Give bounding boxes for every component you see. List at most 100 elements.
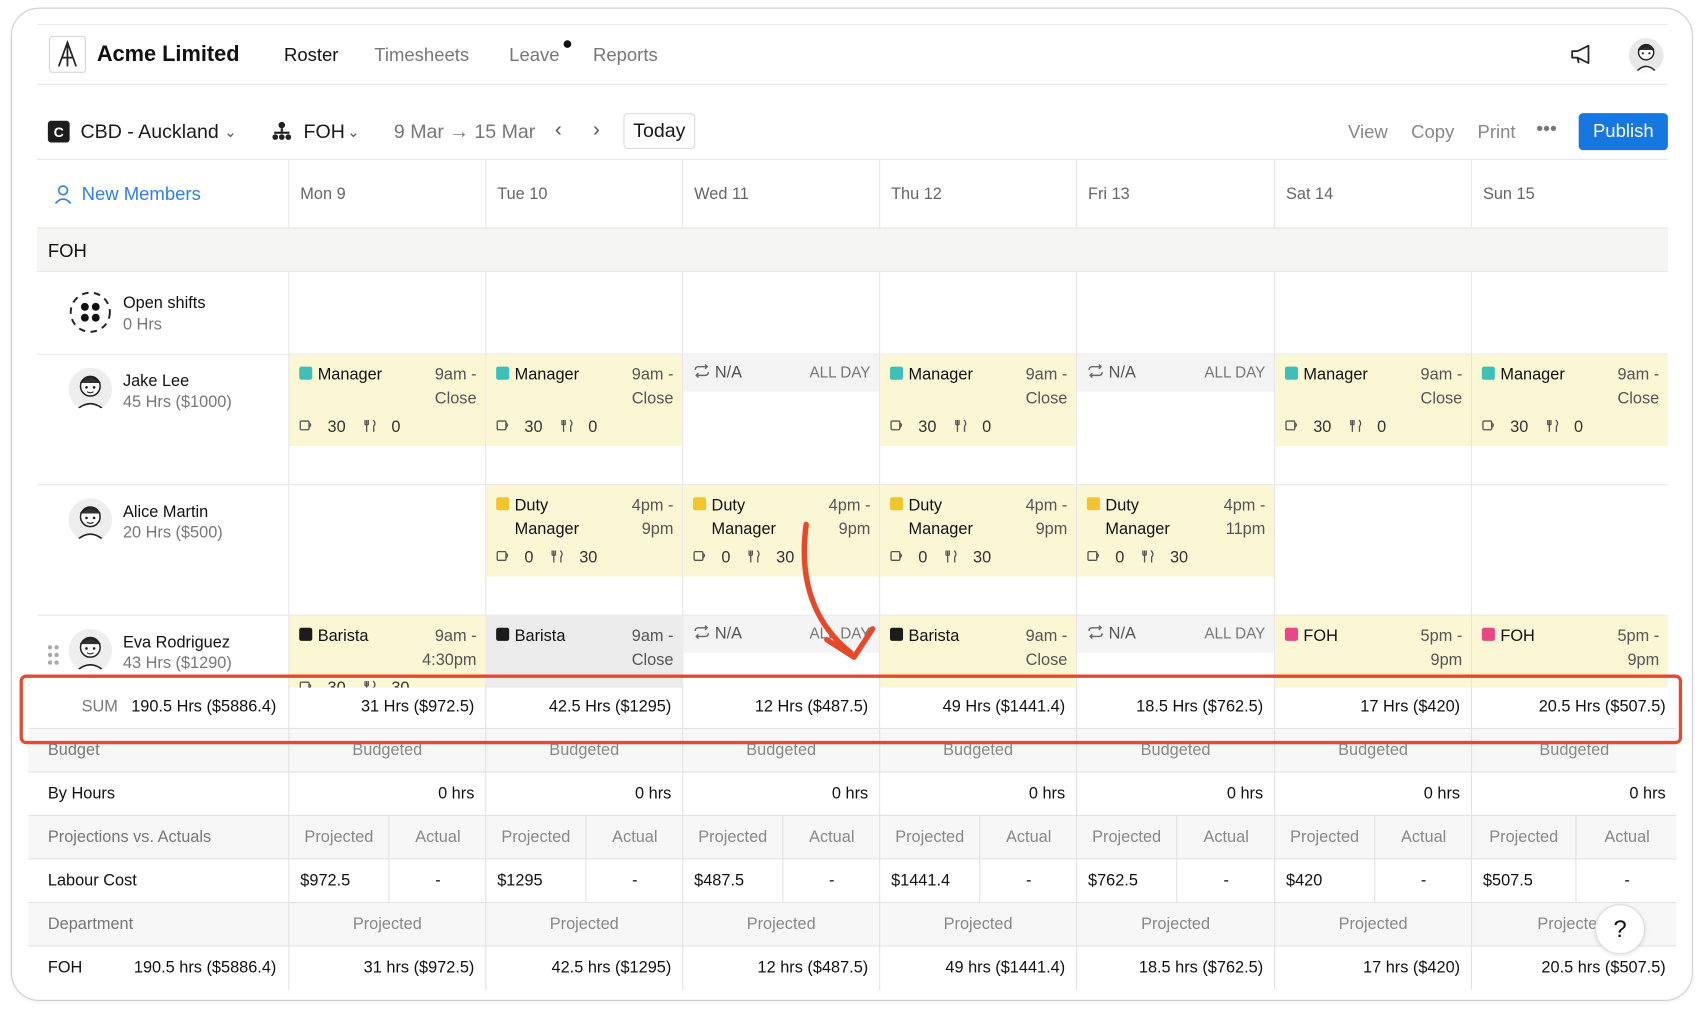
department-day-value: 18.5 hrs ($762.5) [1138,958,1264,978]
budgeted-label[interactable]: Budgeted [880,741,1076,759]
summary-cell-fri: $762.5 - [1076,859,1274,904]
shift-card[interactable]: FOH 5pm - 9pm [1275,615,1471,688]
open-shift-cell[interactable] [485,272,682,354]
actual-col: Actual [388,816,486,860]
projected-col: Projected [880,816,979,860]
nav-reports[interactable]: Reports [593,45,658,67]
more-options-icon[interactable]: ••• [1536,118,1557,141]
summary-cell-sat: 17 hrs ($420) [1274,946,1471,991]
shift-start: 9am - [434,626,477,646]
day-cell-fri[interactable]: Duty Manager 4pm - 11pm 0 30 [1076,485,1275,615]
shift-card[interactable]: Duty Manager 4pm - 9pm 0 30 [880,485,1077,577]
open-shift-cell[interactable] [1076,272,1274,354]
day-cell-tue[interactable]: Barista 9am - Close [485,615,683,688]
brand-logo-icon[interactable] [48,35,86,73]
shift-card[interactable]: Duty Manager 4pm - 11pm 0 30 [1077,485,1275,577]
day-cell-mon[interactable]: Manager 9am - Close 30 0 [288,354,486,485]
budgeted-label[interactable]: Budgeted [486,741,682,759]
open-shift-cell[interactable] [1470,272,1668,354]
day-header-thu: Thu 12 [879,159,1076,229]
day-cell-sun[interactable]: FOH 5pm - 9pm [1470,615,1668,688]
user-avatar[interactable] [1628,38,1664,73]
day-cell-sat[interactable] [1274,485,1471,615]
employee-name[interactable]: Eva Rodriguez [123,633,230,651]
day-cell-sat[interactable]: FOH 5pm - 9pm [1274,615,1471,688]
summary-cell-thu: 0 hrs [879,772,1076,817]
nav-roster[interactable]: Roster [284,45,338,67]
print-button[interactable]: Print [1478,122,1516,144]
employee-name[interactable]: Jake Lee [123,372,189,390]
day-cell-fri[interactable]: N/A ALL DAY [1076,615,1275,688]
copy-button[interactable]: Copy [1411,122,1454,144]
shift-time: 9am - Close [632,363,674,411]
shift-card[interactable]: Manager 9am - Close 30 0 [1275,354,1471,447]
day-cell-sun[interactable]: Manager 9am - Close 30 0 [1470,354,1668,485]
org-chart-icon [271,121,293,148]
shift-card[interactable]: Barista 9am - Close [880,615,1077,688]
chevron-left-icon[interactable]: ‹ [555,119,562,143]
role-color-swatch [299,366,313,380]
day-cell-thu[interactable]: Manager 9am - Close 30 0 [879,354,1077,485]
day-cell-thu[interactable]: Barista 9am - Close [879,615,1077,688]
open-shifts-icon [69,290,113,334]
summary-cell-mon: Budgeted [288,728,485,773]
employee-avatar[interactable] [68,628,113,673]
today-button[interactable]: Today [623,113,696,150]
employee-avatar[interactable] [68,498,113,542]
chevron-right-icon[interactable]: › [593,119,600,143]
budgeted-label[interactable]: Budgeted [1077,741,1274,759]
chevron-down-icon[interactable]: ⌄ [224,123,237,141]
day-cell-sun[interactable] [1470,485,1668,615]
location-selector[interactable]: CBD - Auckland [81,121,219,144]
shift-card[interactable]: FOH 5pm - 9pm [1472,615,1668,688]
publish-button[interactable]: Publish [1578,113,1668,151]
day-cell-mon[interactable] [288,485,485,615]
unavailable-label: N/A [714,363,743,382]
day-cell-tue[interactable]: Duty Manager 4pm - 9pm 0 30 [485,485,683,615]
department-selector[interactable]: FOH [304,121,345,144]
shift-card[interactable]: Manager 9am - Close 30 0 [486,354,683,447]
cutlery-icon [1349,418,1363,435]
shift-card[interactable]: Barista9am -4:30pm3030 [289,615,486,688]
summary-cell-fri: 18.5 hrs ($762.5) [1076,946,1274,991]
budgeted-label[interactable]: Budgeted [1275,741,1471,759]
nav-leave[interactable]: Leave [509,45,559,67]
budgeted-label[interactable]: Budgeted [1472,741,1677,759]
shift-card[interactable]: Manager 9am - Close 30 0 [1472,354,1668,447]
chevron-down-icon[interactable]: ⌄ [347,123,360,141]
nav-timesheets[interactable]: Timesheets [374,45,469,67]
day-cell-fri[interactable]: N/A ALL DAY [1076,354,1275,485]
open-shift-cell[interactable] [288,272,485,354]
date-range[interactable]: 9 Mar → 15 Mar [394,121,535,144]
open-shifts-label[interactable]: Open shifts [123,294,206,312]
employee-avatar[interactable] [68,367,113,412]
view-button[interactable]: View [1348,122,1388,144]
open-shift-cell[interactable] [1274,272,1471,354]
shift-card[interactable]: Duty Manager 4pm - 9pm 0 30 [486,485,683,577]
by-hours-value: 0 hrs [1028,784,1066,803]
unavailable-block[interactable]: N/A ALL DAY [683,354,880,392]
day-cell-thu[interactable]: Duty Manager 4pm - 9pm 0 30 [879,485,1077,615]
shift-end: Close [1025,650,1068,670]
day-cell-sat[interactable]: Manager 9am - Close 30 0 [1274,354,1471,485]
new-members-button[interactable]: New Members [53,184,201,206]
labour-actual-value: - [1025,871,1032,890]
day-cell-tue[interactable]: Manager 9am - Close 30 0 [485,354,683,485]
day-cell-mon[interactable]: Barista9am -4:30pm3030 [288,615,486,688]
day-cell-wed[interactable]: N/A ALL DAY [682,354,880,485]
unavailable-block[interactable]: N/A ALL DAY [1077,354,1275,392]
drag-handle-icon[interactable] [47,644,60,666]
budgeted-label[interactable]: Budgeted [683,741,879,759]
department-projected-header: Projected [943,915,1013,934]
open-shift-cell[interactable] [682,272,879,354]
shift-card[interactable]: Manager 9am - Close 30 0 [880,354,1077,447]
employee-name[interactable]: Alice Martin [123,503,208,521]
open-shift-cell[interactable] [879,272,1076,354]
unavailable-block[interactable]: N/A ALL DAY [1077,615,1275,653]
shift-card[interactable]: Barista 9am - Close [486,615,683,688]
help-button[interactable]: ? [1595,904,1646,955]
budgeted-label[interactable]: Budgeted [289,741,485,759]
shift-card[interactable]: Manager 9am - Close 30 0 [289,354,486,447]
labour-projected-col: $487.5 [683,860,782,904]
megaphone-icon[interactable] [1569,42,1595,66]
